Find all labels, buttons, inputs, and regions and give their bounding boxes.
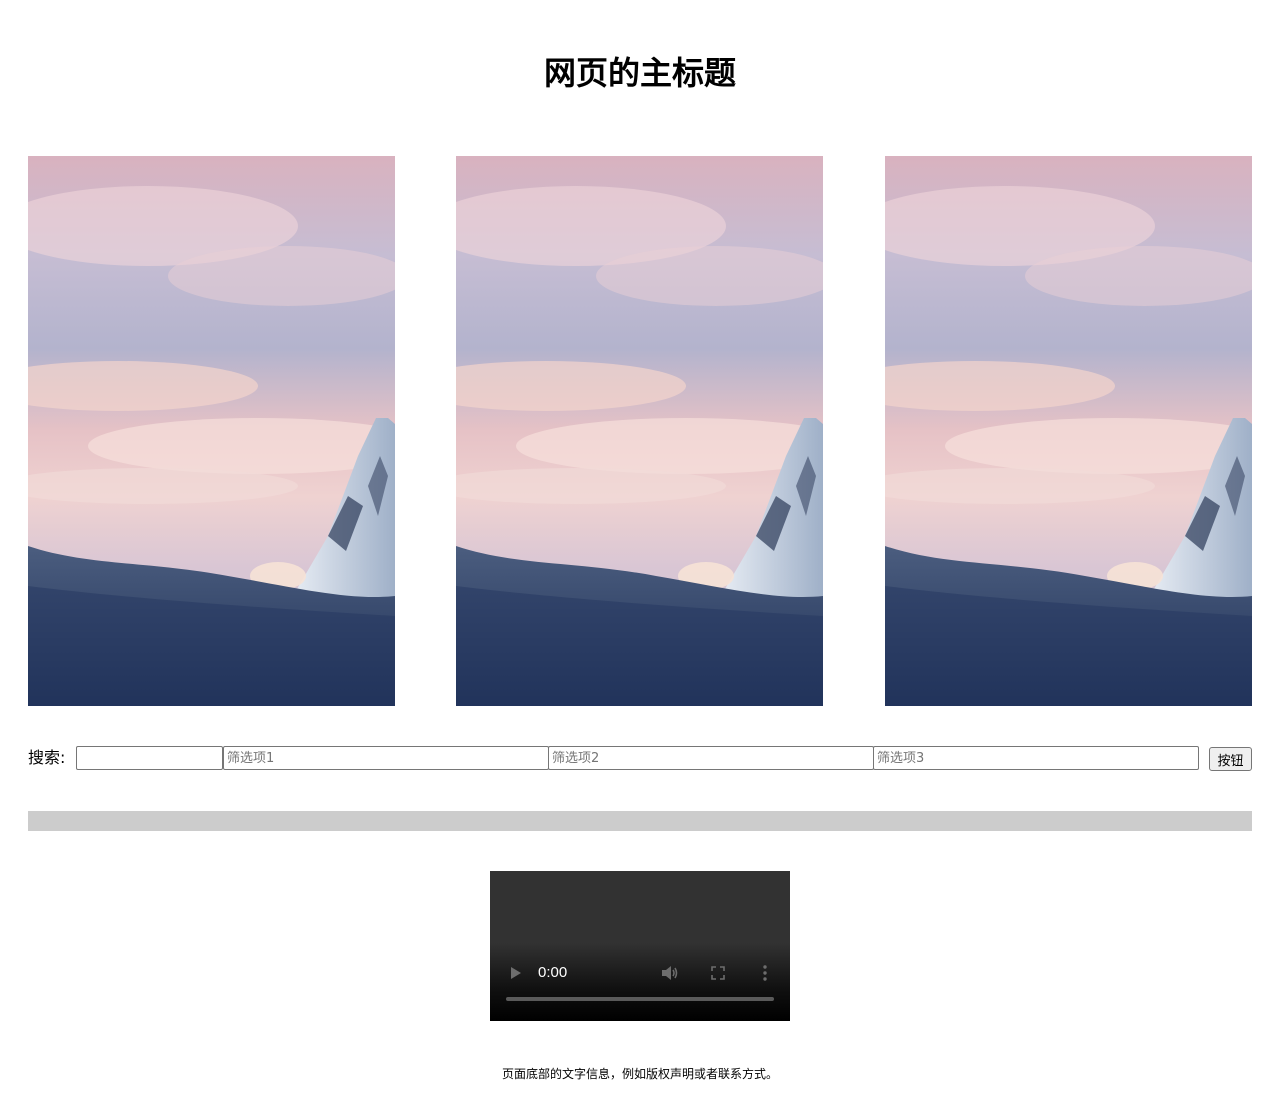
mountain-photo	[885, 156, 1252, 706]
fullscreen-icon[interactable]	[711, 966, 725, 980]
submit-button[interactable]: 按钮	[1209, 747, 1252, 771]
filter-input-2[interactable]	[548, 746, 874, 770]
divider-bar	[28, 811, 1252, 831]
mountain-photo	[28, 156, 395, 706]
video-player[interactable]: 0:00	[490, 871, 790, 1021]
image-gallery	[28, 156, 1252, 706]
search-bar: 搜索: 按钮	[28, 745, 1252, 773]
search-input[interactable]	[76, 746, 223, 770]
filter-input-1[interactable]	[223, 746, 549, 770]
page-title: 网页的主标题	[543, 54, 736, 92]
volume-icon[interactable]	[661, 965, 678, 981]
video-controls: 0:00	[490, 871, 790, 1021]
mountain-photo	[456, 156, 823, 706]
play-icon[interactable]	[510, 966, 522, 980]
video-progress-bar[interactable]	[506, 997, 774, 1001]
search-label: 搜索:	[28, 748, 66, 767]
filter-input-3[interactable]	[873, 746, 1199, 770]
video-time: 0:00	[538, 964, 568, 981]
gallery-image	[456, 156, 823, 706]
more-options-icon[interactable]	[762, 965, 768, 981]
footer-text: 页面底部的文字信息，例如版权声明或者联系方式。	[501, 1067, 778, 1081]
gallery-image	[885, 156, 1252, 706]
gallery-image	[28, 156, 395, 706]
